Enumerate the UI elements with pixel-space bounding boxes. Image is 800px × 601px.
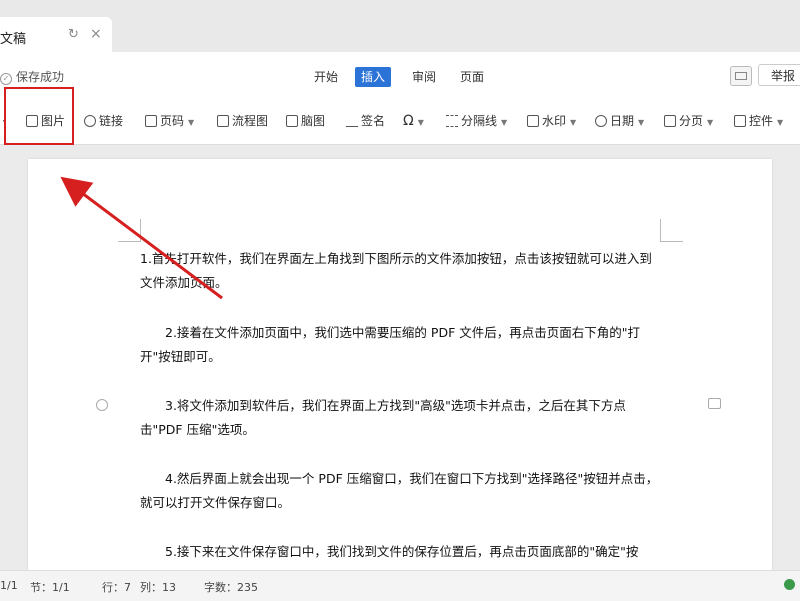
column-indicator: 列：13 [140, 581, 176, 594]
row-indicator: 行：7 [102, 581, 131, 594]
globe-icon[interactable] [784, 579, 795, 590]
status-bar: 1/1 节：1/1 行：7 列：13 字数：235 [0, 570, 800, 601]
word-count: 字数：235 [204, 581, 258, 594]
section-indicator: 节：1/1 [30, 581, 70, 594]
page-indicator: 1/1 [0, 579, 18, 592]
annotation-arrow [60, 176, 223, 300]
